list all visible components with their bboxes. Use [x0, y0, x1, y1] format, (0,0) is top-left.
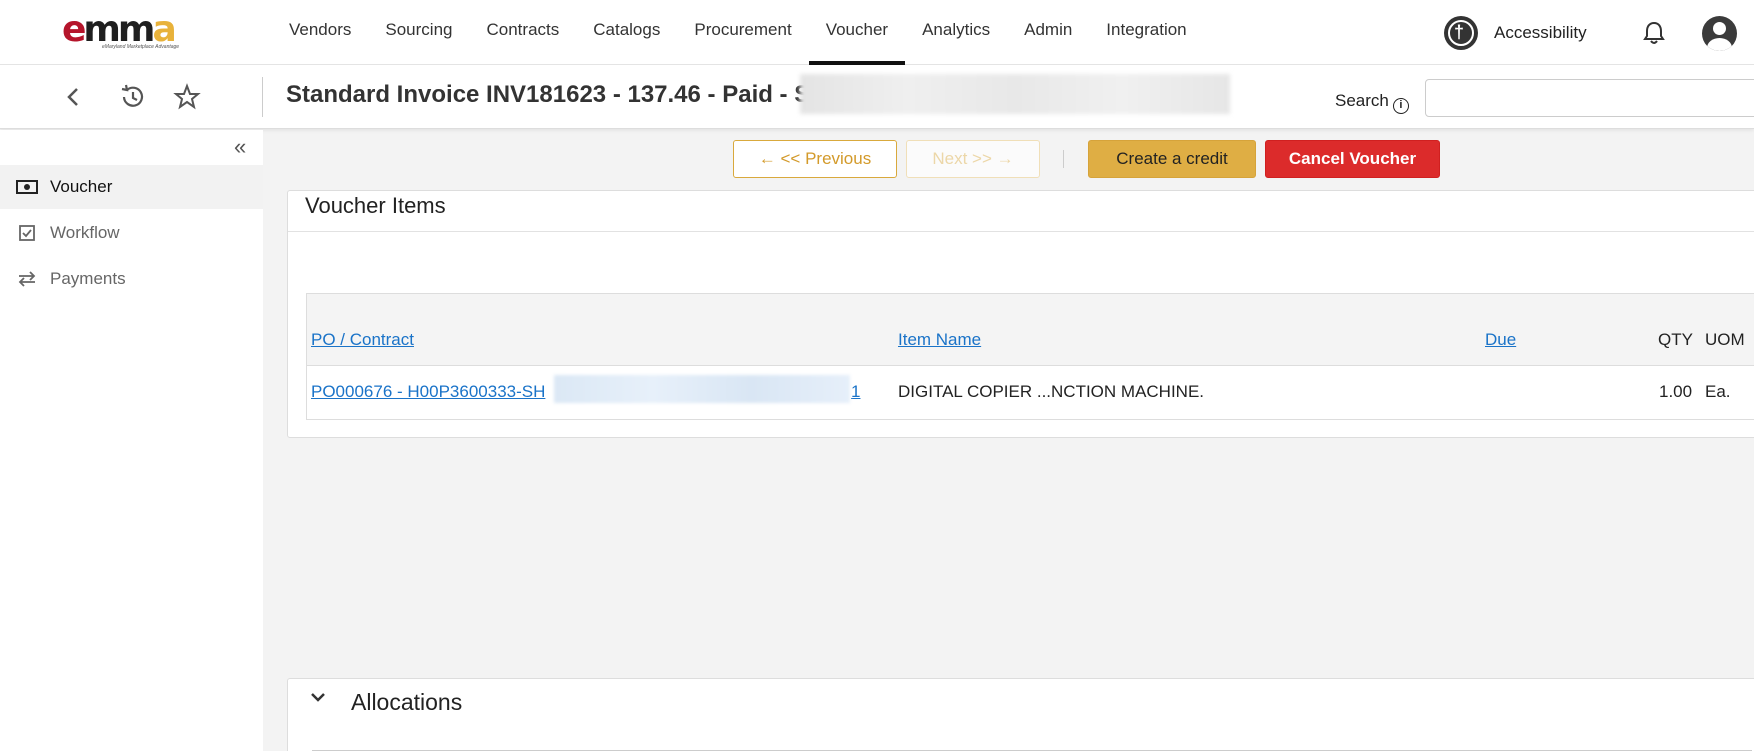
sidebar-item-workflow[interactable]: Workflow	[0, 211, 263, 255]
po-contract-link[interactable]: PO000676 - H00P3600333-SH	[311, 382, 545, 402]
checkbox-icon	[16, 224, 38, 242]
info-icon[interactable]: i	[1392, 98, 1409, 114]
nav-item-catalogs[interactable]: Catalogs	[576, 0, 677, 65]
sidebar-item-label: Workflow	[50, 223, 120, 242]
chevron-down-icon[interactable]	[308, 687, 328, 713]
nav-item-sourcing[interactable]: Sourcing	[368, 0, 469, 65]
logo-tagline: eMaryland Marketplace Advantage	[102, 44, 180, 50]
history-icon[interactable]	[118, 83, 146, 111]
star-favorite-icon[interactable]	[173, 83, 201, 111]
sidebar-item-label: Voucher	[50, 177, 113, 196]
title-separator	[262, 77, 263, 117]
table-header: PO / Contract Item Name Due QTY UOM	[307, 294, 1754, 366]
back-chevron-icon[interactable]	[60, 83, 88, 111]
voucher-items-panel: Voucher Items PO / Contract Item Name Du…	[287, 190, 1754, 438]
panel-title: Voucher Items	[305, 193, 446, 218]
sidebar-item-label: Payments	[50, 269, 126, 288]
item-name-cell: DIGITAL COPIER ...NCTION MACHINE.	[898, 382, 1205, 401]
voucher-items-table: PO / Contract Item Name Due QTY UOM PO00…	[306, 293, 1754, 420]
emma-logo[interactable]: emma eMaryland Marketplace Advantage	[62, 12, 202, 53]
search-label-text: Search	[1335, 91, 1389, 110]
collapse-sidebar-icon[interactable]: «	[234, 134, 246, 160]
column-header-item-name[interactable]: Item Name	[898, 330, 981, 350]
sidebar: « Voucher Workflow Payments	[0, 130, 263, 751]
allocations-panel: Allocations	[287, 678, 1754, 751]
column-header-po-contract[interactable]: PO / Contract	[311, 330, 414, 350]
logo-letter-e: e	[62, 9, 86, 50]
column-header-due[interactable]: Due	[1485, 330, 1516, 350]
search-label: Search i	[1335, 91, 1409, 114]
logo-wordmark: emma	[62, 12, 202, 48]
sidebar-item-payments[interactable]: Payments	[0, 257, 263, 301]
accessibility-icon	[1444, 16, 1478, 50]
main-nav: Vendors Sourcing Contracts Catalogs Proc…	[272, 0, 1204, 65]
next-button[interactable]: Next >> →	[906, 140, 1040, 178]
sidebar-item-voucher[interactable]: Voucher	[0, 165, 263, 209]
user-avatar-icon[interactable]	[1702, 16, 1737, 51]
nav-item-voucher[interactable]: Voucher	[808, 0, 906, 65]
money-icon	[16, 178, 38, 196]
nav-item-vendors[interactable]: Vendors	[272, 0, 368, 65]
nav-item-integration[interactable]: Integration	[1089, 0, 1203, 65]
nav-item-contracts[interactable]: Contracts	[470, 0, 577, 65]
top-navigation-bar: emma eMaryland Marketplace Advantage Ven…	[0, 0, 1754, 65]
previous-button[interactable]: ← << Previous	[733, 140, 897, 178]
accessibility-label: Accessibility	[1494, 23, 1587, 42]
redacted-po-region	[554, 375, 850, 403]
nav-item-admin[interactable]: Admin	[1007, 0, 1089, 65]
column-header-uom: UOM	[1705, 330, 1745, 349]
panel-divider	[288, 231, 1754, 232]
action-separator	[1063, 150, 1064, 168]
redacted-title-region	[800, 74, 1230, 114]
create-credit-button[interactable]: Create a credit	[1088, 140, 1256, 178]
nav-item-procurement[interactable]: Procurement	[677, 0, 808, 65]
qty-cell: 1.00	[1659, 382, 1693, 401]
uom-cell: Ea.	[1705, 382, 1731, 401]
cancel-voucher-button[interactable]: Cancel Voucher	[1265, 140, 1440, 178]
nav-item-analytics[interactable]: Analytics	[905, 0, 1007, 65]
po-contract-link-suffix[interactable]: 1	[851, 382, 860, 402]
bell-icon[interactable]	[1643, 21, 1665, 45]
page-title: Standard Invoice INV181623 - 137.46 - Pa…	[286, 81, 811, 108]
allocations-title[interactable]: Allocations	[351, 689, 462, 716]
column-header-qty: QTY	[1658, 330, 1693, 349]
accessibility-button[interactable]: Accessibility	[1444, 16, 1587, 50]
search-input[interactable]	[1425, 79, 1754, 117]
transfer-icon	[16, 270, 38, 288]
